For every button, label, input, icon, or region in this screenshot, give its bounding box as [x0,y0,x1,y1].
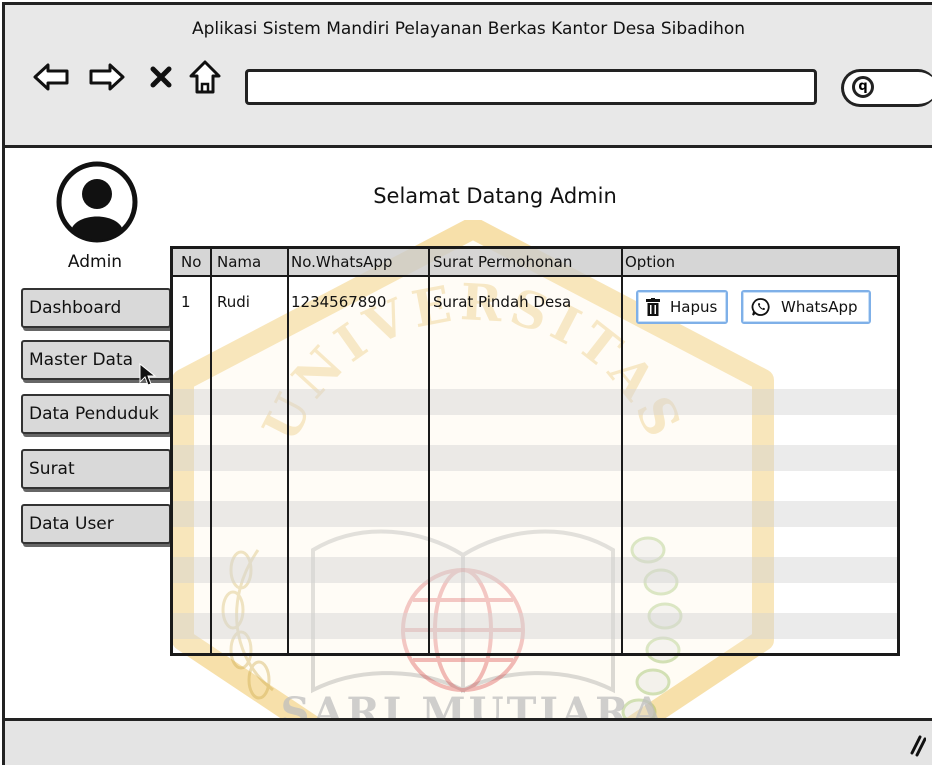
table-stripe [173,501,897,527]
close-icon[interactable] [141,57,181,97]
page-title: Selamat Datang Admin [373,184,617,208]
column-header-nama: Nama [217,253,262,271]
sidebar-item-surat[interactable]: Surat [21,449,171,489]
cell-surat: Surat Pindah Desa [433,293,572,311]
search-button[interactable]: q [841,69,932,107]
column-divider [287,249,289,653]
table-stripe [173,613,897,639]
home-icon[interactable] [185,57,225,97]
url-input[interactable] [245,69,817,105]
table-stripe [173,557,897,583]
app-title: Aplikasi Sistem Mandiri Pelayanan Berkas… [191,19,746,39]
sidebar-item-master-data[interactable]: Master Data [21,340,171,380]
column-header-no: No [181,253,202,271]
browser-toolbar: Aplikasi Sistem Mandiri Pelayanan Berkas… [2,2,932,148]
trash-icon [646,298,660,316]
user-role-label: Admin [67,252,123,272]
column-header-surat: Surat Permohonan [433,253,573,271]
column-header-option: Option [625,253,676,271]
sidebar-item-data-user[interactable]: Data User [21,504,171,544]
data-table: No Nama No.WhatsApp Surat Permohonan Opt… [170,246,900,656]
back-icon[interactable] [31,57,71,97]
cell-whatsapp: 1234567890 [291,293,387,311]
app-window: Aplikasi Sistem Mandiri Pelayanan Berkas… [0,0,932,765]
forward-icon[interactable] [87,57,127,97]
sidebar-item-data-penduduk[interactable]: Data Penduduk [21,394,171,434]
whatsapp-icon [751,298,770,316]
delete-button-label: Hapus [670,298,718,316]
sidebar-item-dashboard[interactable]: Dashboard [21,288,171,328]
status-bar [2,718,932,765]
delete-button[interactable]: Hapus [636,290,728,324]
column-divider [428,249,430,653]
table-stripe [173,389,897,415]
cell-nama: Rudi [217,293,250,311]
column-divider [210,249,212,653]
resize-grip-icon[interactable] [904,731,926,757]
search-icon: q [852,76,874,98]
column-divider [621,249,623,653]
table-stripe [173,445,897,471]
user-avatar-icon [56,161,138,243]
main-content: UNIVERSITAS SARI MUTIARA Admin Selamat D… [2,148,932,765]
column-header-whatsapp: No.WhatsApp [291,253,393,271]
cell-no: 1 [181,293,191,311]
whatsapp-button-label: WhatsApp [781,298,858,316]
whatsapp-button[interactable]: WhatsApp [741,290,871,324]
